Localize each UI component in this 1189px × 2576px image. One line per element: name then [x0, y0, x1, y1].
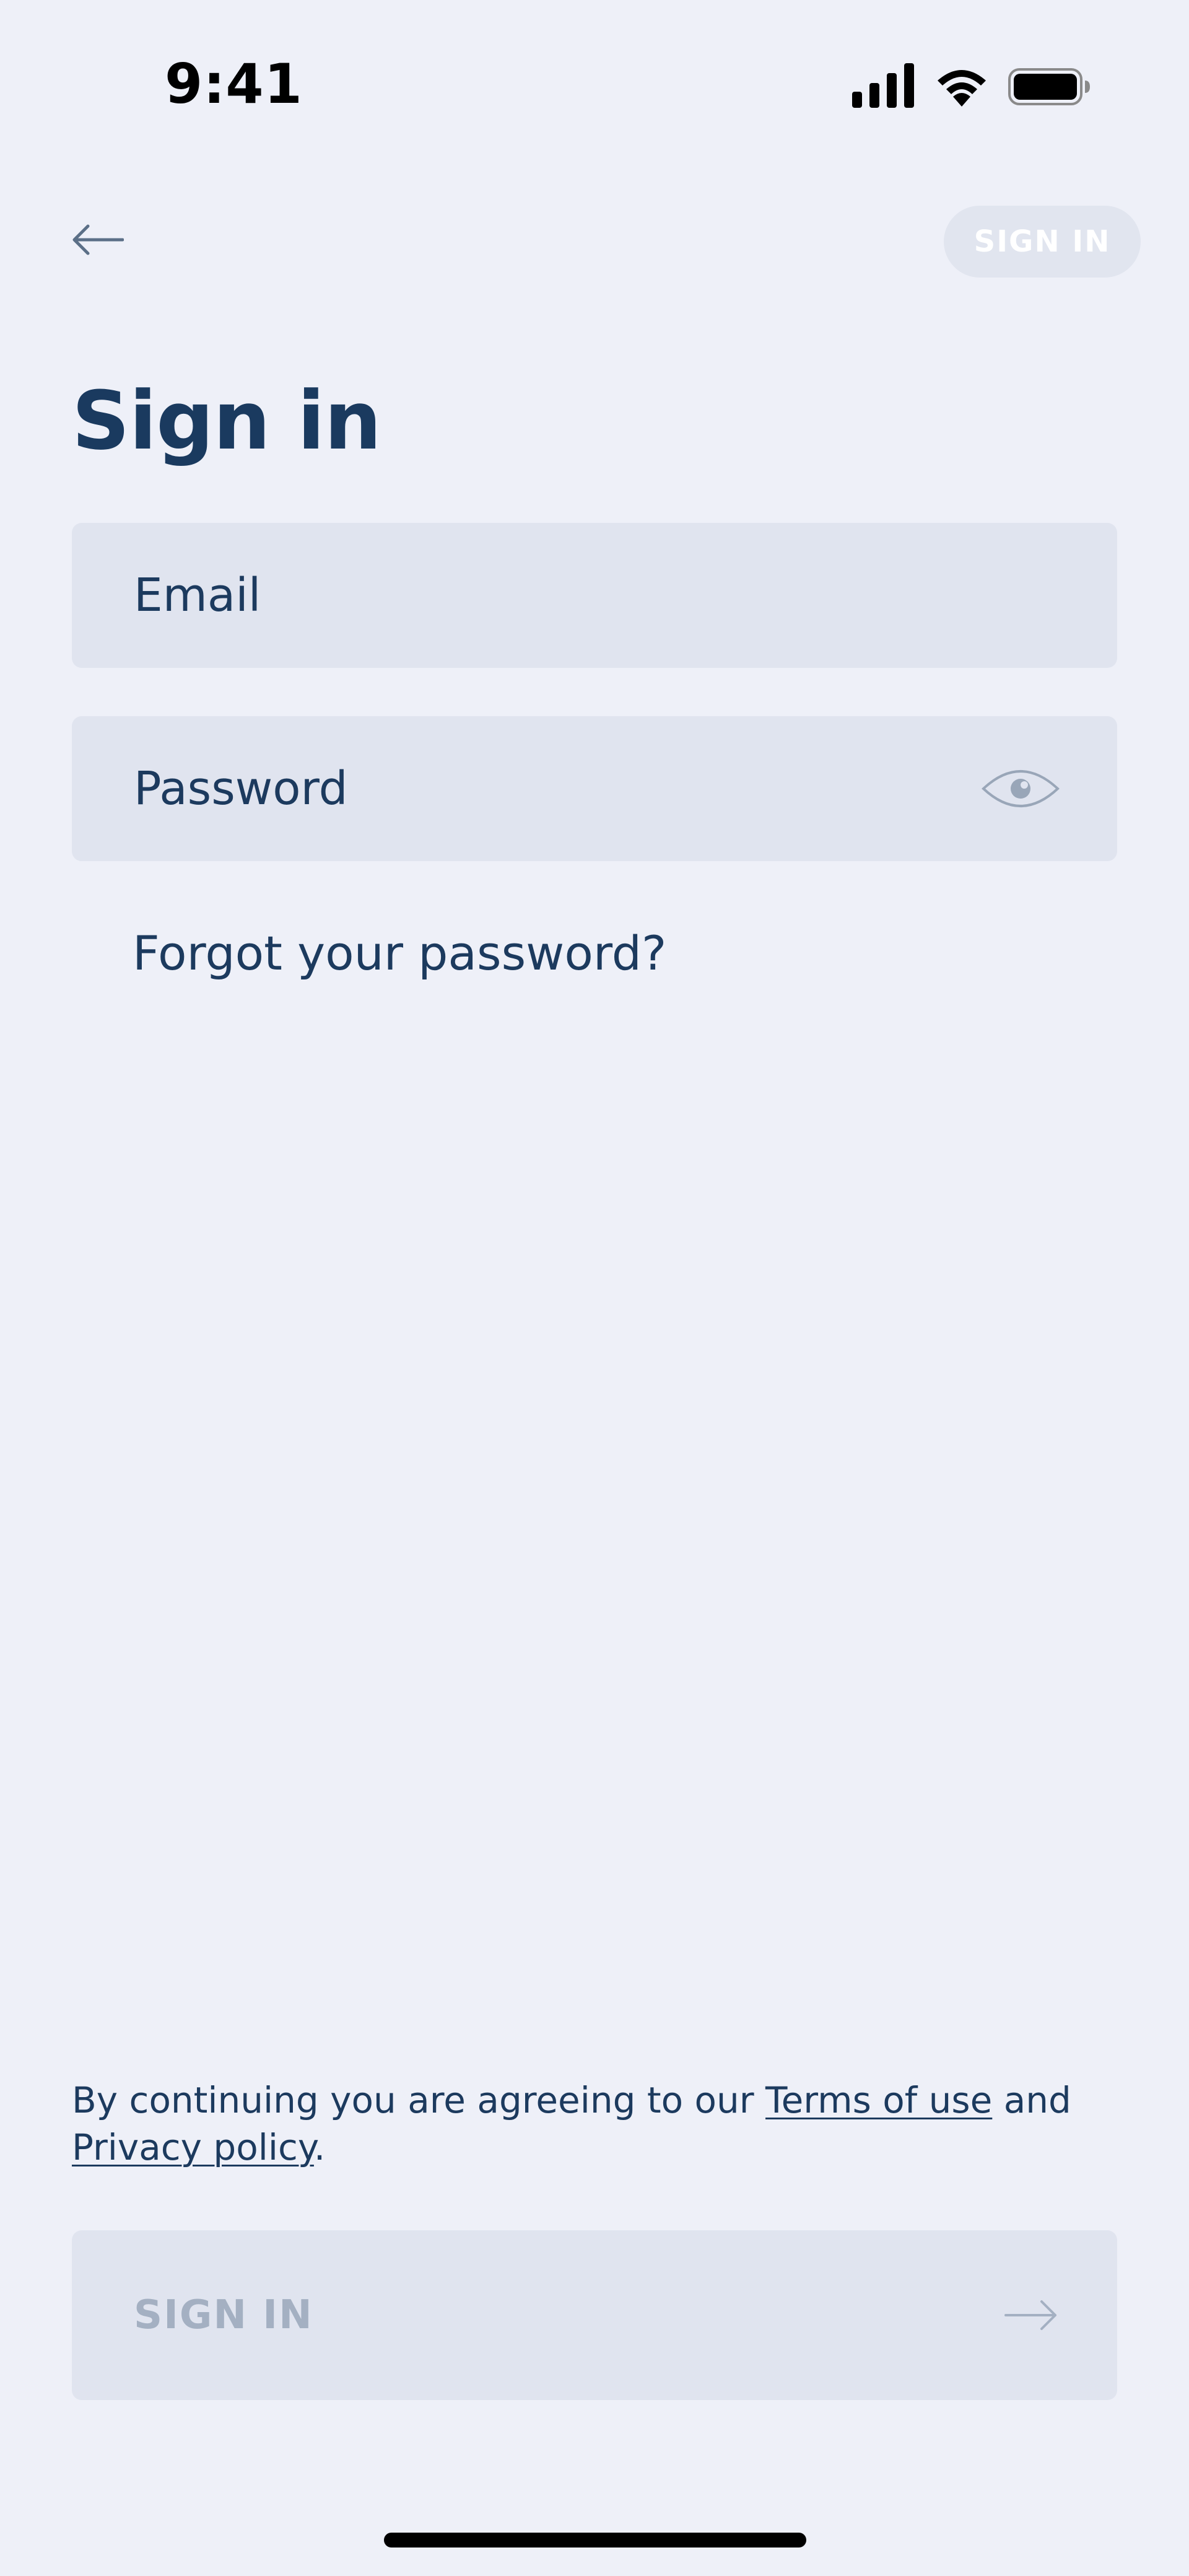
header-signin-button[interactable]: SIGN IN [944, 206, 1141, 278]
forgot-password-link[interactable]: Forgot your password? [133, 926, 666, 981]
wifi-icon [938, 70, 986, 107]
email-input[interactable] [134, 569, 1061, 622]
back-button[interactable] [67, 218, 129, 261]
arrow-right-icon [1004, 2300, 1056, 2330]
signin-submit-label: SIGN IN [134, 2292, 313, 2338]
legal-suffix: . [313, 2126, 326, 2168]
cellular-signal-icon [852, 63, 914, 108]
legal-middle: and [992, 2079, 1071, 2121]
password-input[interactable] [134, 762, 980, 815]
status-time: 9:41 [165, 52, 303, 116]
page-title: Sign in [72, 374, 381, 468]
email-field-container[interactable] [72, 523, 1117, 668]
legal-text: By continuing you are agreeing to our Te… [72, 2077, 1125, 2171]
home-indicator[interactable] [384, 2533, 806, 2548]
password-field-container[interactable] [72, 716, 1117, 861]
terms-of-use-link[interactable]: Terms of use [765, 2079, 992, 2121]
privacy-policy-link[interactable]: Privacy policy [72, 2126, 314, 2168]
arrow-left-icon [72, 224, 124, 255]
signin-submit-button[interactable]: SIGN IN [72, 2230, 1117, 2400]
battery-icon [1008, 68, 1090, 105]
eye-icon[interactable] [980, 764, 1061, 813]
legal-prefix: By continuing you are agreeing to our [72, 2079, 766, 2121]
